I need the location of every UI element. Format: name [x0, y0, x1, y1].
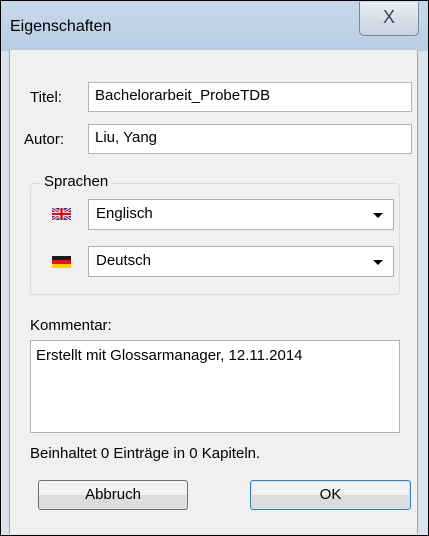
- title-input[interactable]: Bachelorarbeit_ProbeTDB: [88, 82, 412, 112]
- window-title: Eigenschaften: [10, 18, 112, 35]
- entries-status-text: Beinhaltet 0 Einträge in 0 Kapiteln.: [30, 445, 261, 462]
- title-bar[interactable]: Eigenschaften X: [1, 1, 428, 51]
- author-label: Autor:: [24, 131, 65, 148]
- source-language-select[interactable]: Englisch: [88, 199, 394, 230]
- target-language-select[interactable]: Deutsch: [88, 246, 394, 277]
- languages-group-label: Sprachen: [40, 173, 113, 190]
- title-label: Titel:: [30, 89, 62, 106]
- uk-flag-icon: [52, 208, 71, 220]
- close-button[interactable]: X: [359, 2, 419, 36]
- close-icon: X: [383, 7, 396, 27]
- source-language-value: Englisch: [96, 205, 153, 222]
- german-flag-icon: [52, 256, 71, 268]
- chevron-down-icon: [373, 213, 383, 218]
- author-input[interactable]: Liu, Yang: [88, 124, 412, 154]
- comment-label: Kommentar:: [30, 317, 112, 334]
- comment-textarea[interactable]: Erstellt mit Glossarmanager, 12.11.2014: [30, 340, 400, 433]
- cancel-button[interactable]: Abbruch: [38, 480, 188, 510]
- chevron-down-icon: [373, 260, 383, 265]
- ok-button[interactable]: OK: [250, 480, 411, 510]
- target-language-value: Deutsch: [96, 252, 152, 269]
